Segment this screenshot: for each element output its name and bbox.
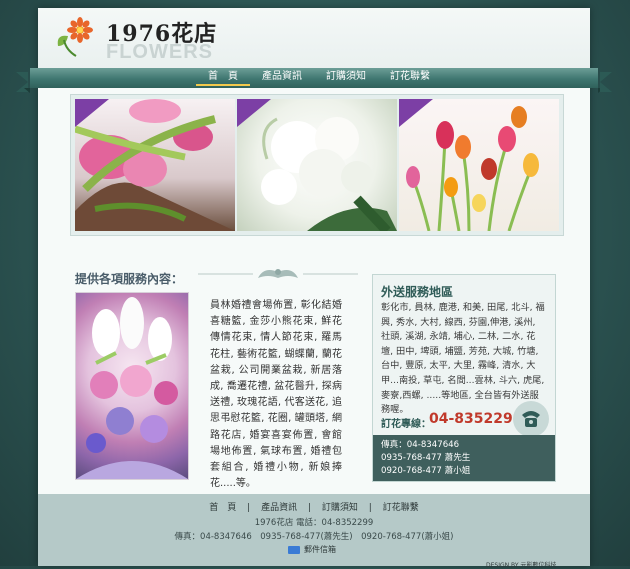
ribbon-corner-1: [75, 99, 109, 127]
page: 1976花店 FLOWERS 首 頁 產品資訊 訂購須知 訂花聯繫 提供各項服務…: [16, 8, 612, 569]
hotline-label: 訂花專線：: [381, 419, 431, 430]
footer-link-products[interactable]: 產品資訊: [261, 500, 297, 513]
nav-item-ordering[interactable]: 訂購須知: [314, 70, 378, 86]
brand-subtitle: FLOWERS: [106, 41, 213, 63]
main-nav: 首 頁 產品資訊 訂購須知 訂花聯繫: [16, 68, 612, 94]
divider-ornament-icon: [198, 269, 358, 278]
ribbon-fold-left: [24, 88, 30, 93]
banner: [75, 99, 559, 231]
footer-link-ordering[interactable]: 訂購須知: [322, 500, 358, 513]
order-hotline: 訂花專線： 04-8352299: [373, 401, 555, 437]
footer-separator: |: [368, 503, 372, 513]
ribbon-corner-3: [399, 99, 433, 127]
banner-photo-pink-tulips: [75, 99, 235, 231]
footer-link-home[interactable]: 首 頁: [209, 500, 236, 513]
delivery-area-box: 外送服務地區 彰化市, 員林, 鹿港, 和美, 田尾, 北斗, 福興, 秀水, …: [372, 274, 556, 482]
contact-info: 傳真：04-8347646 0935-768-477 蕭先生 0920-768-…: [373, 435, 555, 481]
nav-item-home[interactable]: 首 頁: [196, 70, 250, 86]
footer-separator: |: [247, 503, 251, 513]
ribbon-corner-2: [237, 99, 271, 127]
footer-mail-link[interactable]: 郵件信箱: [288, 544, 336, 555]
telephone-icon: [513, 401, 549, 437]
fax-line: 傳真：04-8347646: [381, 440, 460, 450]
delivery-area-title: 外送服務地區: [381, 285, 454, 299]
phone-line-2: 0920-768-477 蕭小姐: [381, 466, 471, 476]
banner-frame: [70, 94, 564, 236]
ribbon-tail-right: [600, 72, 612, 92]
footer-separator: |: [307, 503, 312, 513]
phone-line-1: 0935-768-477 蕭先生: [381, 453, 471, 463]
footer-shop-phone: 1976花店 電話：04-8352299: [254, 518, 374, 528]
footer-mail-label: 郵件信箱: [304, 545, 336, 554]
footer-link-contact[interactable]: 訂花聯繫: [383, 500, 419, 513]
services-description: 員林婚禮會場佈置, 彰化結婚喜糖籃, 金莎小熊花束, 鮮花傳情花束, 情人節花束…: [210, 300, 342, 490]
footer-contacts: 傳真：04-8347646 0935-768-477(蕭先生) 0920-768…: [174, 532, 454, 542]
nav-items: 首 頁 產品資訊 訂購須知 訂花聯繫: [196, 70, 442, 86]
header: 1976花店 FLOWERS: [38, 8, 590, 70]
mail-icon: [288, 545, 300, 554]
nav-item-products[interactable]: 產品資訊: [250, 70, 314, 86]
footer-nav: 首 頁 | 產品資訊 | 訂購須知 | 訂花聯繫: [38, 500, 590, 513]
flower-logo-icon: [57, 17, 93, 57]
nav-item-contact[interactable]: 訂花聯繫: [378, 70, 442, 86]
services-title: 提供各項服務內容：: [75, 272, 184, 286]
bouquet-illustration: [76, 297, 188, 479]
footer: 首 頁 | 產品資訊 | 訂購須知 | 訂花聯繫 1976花店 電話：04-83…: [38, 494, 590, 569]
design-credit[interactable]: DESIGN BY 元影數位科技: [486, 560, 556, 569]
hotline-number: 04-8352299: [429, 411, 523, 427]
banner-photo-white-bouquet: [237, 99, 397, 231]
calla-lily-bouquet-image: [75, 292, 189, 480]
banner-photo-colorful-tulips: [399, 99, 559, 231]
